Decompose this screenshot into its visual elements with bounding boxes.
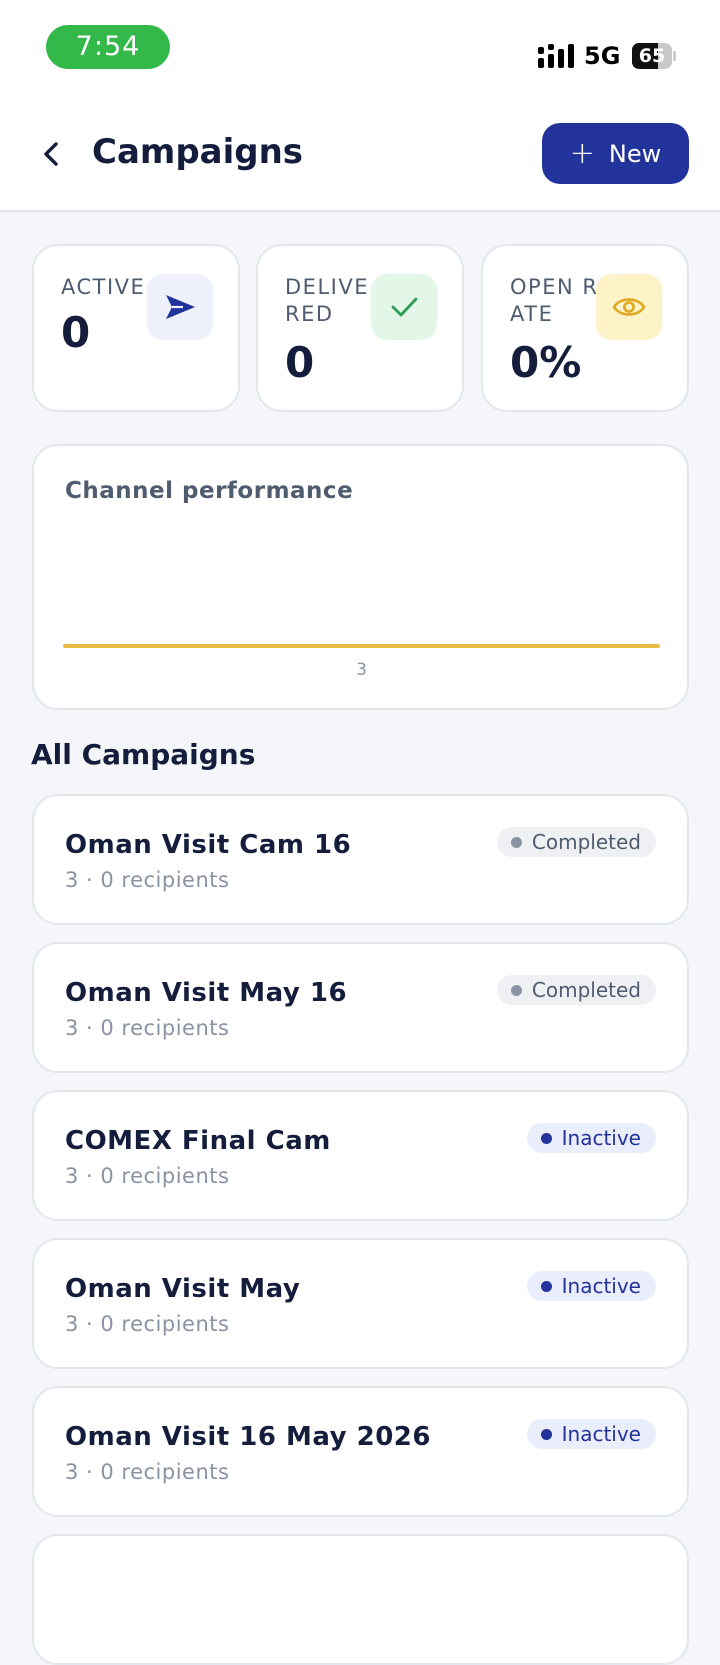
status-label: Inactive (561, 1422, 641, 1446)
stat-card-open-rate: OPEN RATE 0% (481, 244, 689, 412)
status-time: 7:54 (46, 25, 170, 69)
section-title: All Campaigns (31, 738, 256, 771)
status-badge: Inactive (526, 1419, 656, 1449)
campaign-card[interactable] (32, 1534, 689, 1665)
status-dot (540, 1280, 552, 1292)
campaign-card[interactable]: COMEX Final Cam 3 · 0 recipients Inactiv… (32, 1090, 689, 1221)
stat-label: OPEN RATE (510, 275, 599, 326)
stat-card-delivered: DELIVERED 0 (256, 244, 464, 412)
status-dot (510, 984, 522, 996)
app-header: Campaigns + New (0, 100, 720, 212)
campaign-meta: 3 · 0 recipients (65, 868, 230, 892)
campaign-name: Oman Visit Cam 16 (65, 830, 352, 860)
network-type: 5G (584, 42, 621, 70)
x-tick-label: 3 (356, 660, 367, 680)
stat-value: 0 (61, 308, 91, 357)
campaign-name: COMEX Final Cam (65, 1126, 331, 1156)
battery-level: 65 (638, 45, 666, 67)
stat-label: ACTIVE (61, 275, 146, 299)
signal-icon (538, 44, 574, 68)
check-icon (371, 274, 437, 340)
status-badge: Completed (496, 975, 656, 1005)
status-dot (510, 836, 522, 848)
plus-icon: + (569, 135, 595, 171)
status-label: Inactive (561, 1274, 641, 1298)
campaign-card[interactable]: Oman Visit May 3 · 0 recipients Inactive (32, 1238, 689, 1369)
campaign-name: Oman Visit May (65, 1274, 301, 1304)
status-dot (540, 1132, 552, 1144)
channel-performance-chart: 3 (63, 644, 660, 680)
eye-icon (596, 274, 662, 340)
stat-label: DELIVERED (285, 275, 369, 326)
status-label: Completed (531, 978, 641, 1002)
campaign-meta: 3 · 0 recipients (65, 1016, 230, 1040)
stat-card-active: ACTIVE 0 (32, 244, 240, 412)
channel-performance-card: Channel performance 3 (32, 444, 689, 710)
battery-icon: 65 (632, 43, 676, 69)
status-dot (540, 1428, 552, 1440)
campaign-meta: 3 · 0 recipients (65, 1312, 230, 1336)
new-button-label: New (608, 139, 662, 168)
campaign-card[interactable]: Oman Visit 16 May 2026 3 · 0 recipients … (32, 1386, 689, 1517)
back-icon[interactable] (34, 136, 70, 172)
stat-value: 0% (510, 338, 582, 387)
page-title: Campaigns (92, 132, 304, 172)
send-icon (147, 274, 213, 340)
campaign-name: Oman Visit 16 May 2026 (65, 1422, 431, 1452)
campaign-card[interactable]: Oman Visit May 16 3 · 0 recipients Compl… (32, 942, 689, 1073)
status-badge: Inactive (526, 1271, 656, 1301)
status-label: Inactive (561, 1126, 641, 1150)
campaign-meta: 3 · 0 recipients (65, 1164, 230, 1188)
campaign-name: Oman Visit May 16 (65, 978, 348, 1008)
new-campaign-button[interactable]: + New (542, 123, 689, 184)
status-badge: Completed (496, 827, 656, 857)
status-bar: 7:54 5G 65 (0, 0, 720, 100)
campaign-meta: 3 · 0 recipients (65, 1460, 230, 1484)
campaign-card[interactable]: Oman Visit Cam 16 3 · 0 recipients Compl… (32, 794, 689, 925)
stat-value: 0 (285, 338, 315, 387)
status-badge: Inactive (526, 1123, 656, 1153)
status-label: Completed (531, 830, 641, 854)
